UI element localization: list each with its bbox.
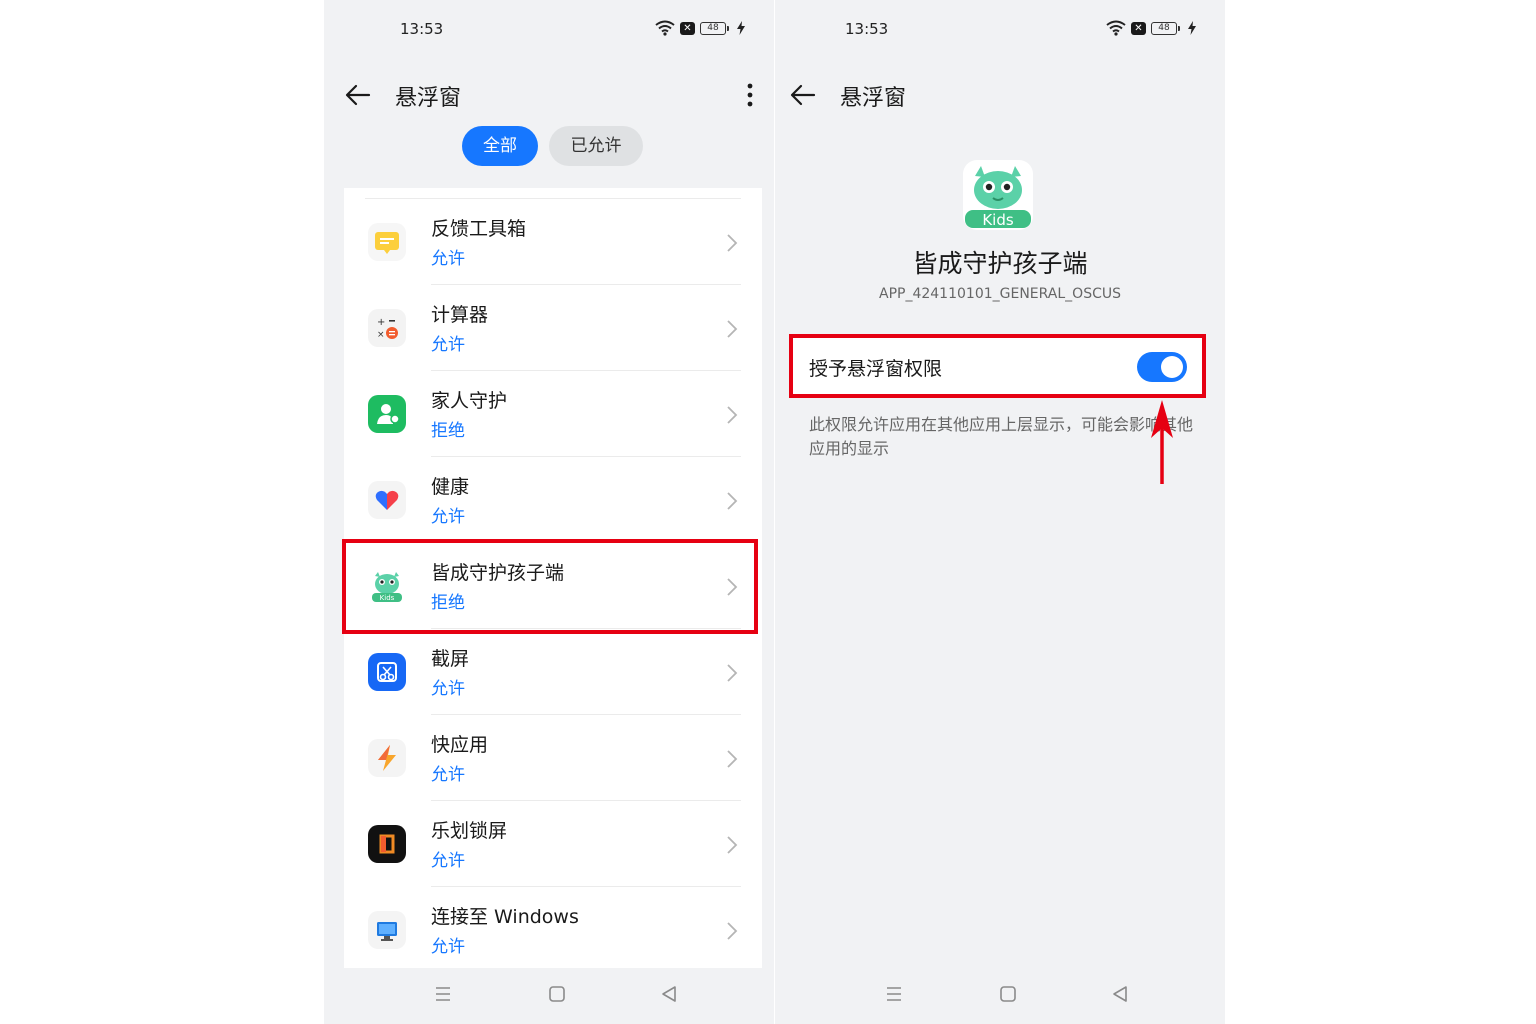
wifi-icon (655, 20, 675, 36)
header: 悬浮窗 (775, 76, 1225, 114)
home-icon[interactable] (548, 985, 566, 1003)
list-item-calculator[interactable]: + × 计算器 允许 (344, 285, 762, 371)
status-bar: 13:53 ✕ 48 (324, 18, 774, 40)
app-name: 健康 (431, 476, 470, 498)
tab-all[interactable]: 全部 (462, 126, 538, 166)
battery-icon: 48 (1151, 21, 1180, 35)
permission-status: 拒绝 (431, 421, 465, 441)
filter-tabs: 全部 已允许 (462, 126, 643, 166)
app-name: 计算器 (431, 304, 489, 326)
list-item-health[interactable]: 健康 允许 (344, 457, 762, 543)
app-list-screen: 13:53 ✕ 48 悬浮窗 全部 已允许 反馈工具箱 允许 + × 计算器 允… (324, 0, 774, 1024)
recent-apps-icon[interactable] (434, 986, 452, 1002)
page-title: 悬浮窗 (395, 86, 462, 111)
svg-text:×: × (377, 330, 385, 340)
permission-status: 允许 (431, 765, 465, 785)
app-name: 乐划锁屏 (431, 820, 508, 842)
family-guard-icon (368, 395, 406, 433)
kids-logo-text: Kids (982, 211, 1014, 229)
chevron-right-icon (727, 406, 738, 424)
app-name: 家人守护 (431, 390, 508, 412)
chevron-right-icon (727, 922, 738, 940)
chevron-right-icon (727, 836, 738, 854)
quick-app-icon (368, 739, 406, 777)
permission-status: 允许 (431, 679, 465, 699)
kids-app-icon: Kids (963, 160, 1033, 230)
app-name: 快应用 (431, 734, 489, 756)
no-sim-icon: ✕ (1131, 21, 1146, 35)
calculator-icon: + × (368, 309, 406, 347)
battery-icon: 48 (700, 21, 729, 35)
package-id: APP_424110101_GENERAL_OSCUS (879, 286, 1121, 302)
nav-back-icon[interactable] (660, 985, 678, 1003)
back-arrow-icon[interactable] (789, 81, 817, 109)
list-item-screenshot[interactable]: 截屏 允许 (344, 629, 762, 715)
permission-detail-screen: 13:53 ✕ 48 悬浮窗 Kids 皆成守护孩子端 APP_42411010… (775, 0, 1225, 1024)
charging-icon (737, 21, 745, 35)
chevron-right-icon (727, 320, 738, 338)
permission-status: 允许 (431, 937, 465, 957)
no-sim-icon: ✕ (680, 21, 695, 35)
status-icons: ✕ 48 (655, 20, 746, 36)
app-name: 反馈工具箱 (431, 218, 527, 240)
highlight-box-kids-app-row (342, 539, 758, 634)
highlight-box-permission-toggle (789, 334, 1206, 398)
chevron-right-icon (727, 492, 738, 510)
list-item-connect-windows[interactable]: 连接至 Windows 允许 (344, 887, 762, 968)
list-item-family-guard[interactable]: 家人守护 拒绝 (344, 371, 762, 457)
status-icons: ✕ 48 (1106, 20, 1197, 36)
red-arrow-annotation (1151, 400, 1173, 484)
app-name-heading: 皆成守护孩子端 (912, 249, 1088, 278)
screenshot-icon (368, 653, 406, 691)
app-name: 截屏 (431, 648, 470, 670)
list-item-quick-app[interactable]: 快应用 允许 (344, 715, 762, 801)
permission-description: 此权限允许应用在其他应用上层显示，可能会影响其他应用的显示 (809, 415, 1194, 458)
navigation-bar (775, 982, 1225, 1006)
connect-windows-icon (368, 911, 406, 949)
list-item-feedback-toolbox[interactable]: 反馈工具箱 允许 (344, 199, 762, 285)
status-time: 13:53 (845, 20, 889, 38)
chevron-right-icon (727, 234, 738, 252)
battery-level: 48 (1151, 21, 1177, 35)
chevron-right-icon (727, 664, 738, 682)
battery-level: 48 (700, 21, 726, 35)
header: 悬浮窗 (324, 76, 774, 114)
back-arrow-icon[interactable] (344, 81, 372, 109)
lock-screen-icon (368, 825, 406, 863)
wifi-icon (1106, 20, 1126, 36)
more-options-icon[interactable] (746, 82, 754, 108)
status-bar: 13:53 ✕ 48 (775, 18, 1225, 40)
feedback-toolbox-icon (368, 223, 406, 261)
page-title: 悬浮窗 (840, 86, 907, 111)
permission-status: 允许 (431, 851, 465, 871)
charging-icon (1188, 21, 1196, 35)
svg-text:+: + (377, 317, 385, 328)
permission-status: 允许 (431, 507, 465, 527)
list-item-lock-screen[interactable]: 乐划锁屏 允许 (344, 801, 762, 887)
home-icon[interactable] (999, 985, 1017, 1003)
tab-allowed[interactable]: 已允许 (549, 126, 643, 166)
app-name: 连接至 Windows (431, 906, 579, 928)
health-heart-icon (368, 481, 406, 519)
recent-apps-icon[interactable] (885, 986, 903, 1002)
navigation-bar (324, 982, 774, 1006)
permission-status: 允许 (431, 249, 465, 269)
status-time: 13:53 (400, 20, 444, 38)
permission-status: 允许 (431, 335, 465, 355)
chevron-right-icon (727, 750, 738, 768)
nav-back-icon[interactable] (1111, 985, 1129, 1003)
